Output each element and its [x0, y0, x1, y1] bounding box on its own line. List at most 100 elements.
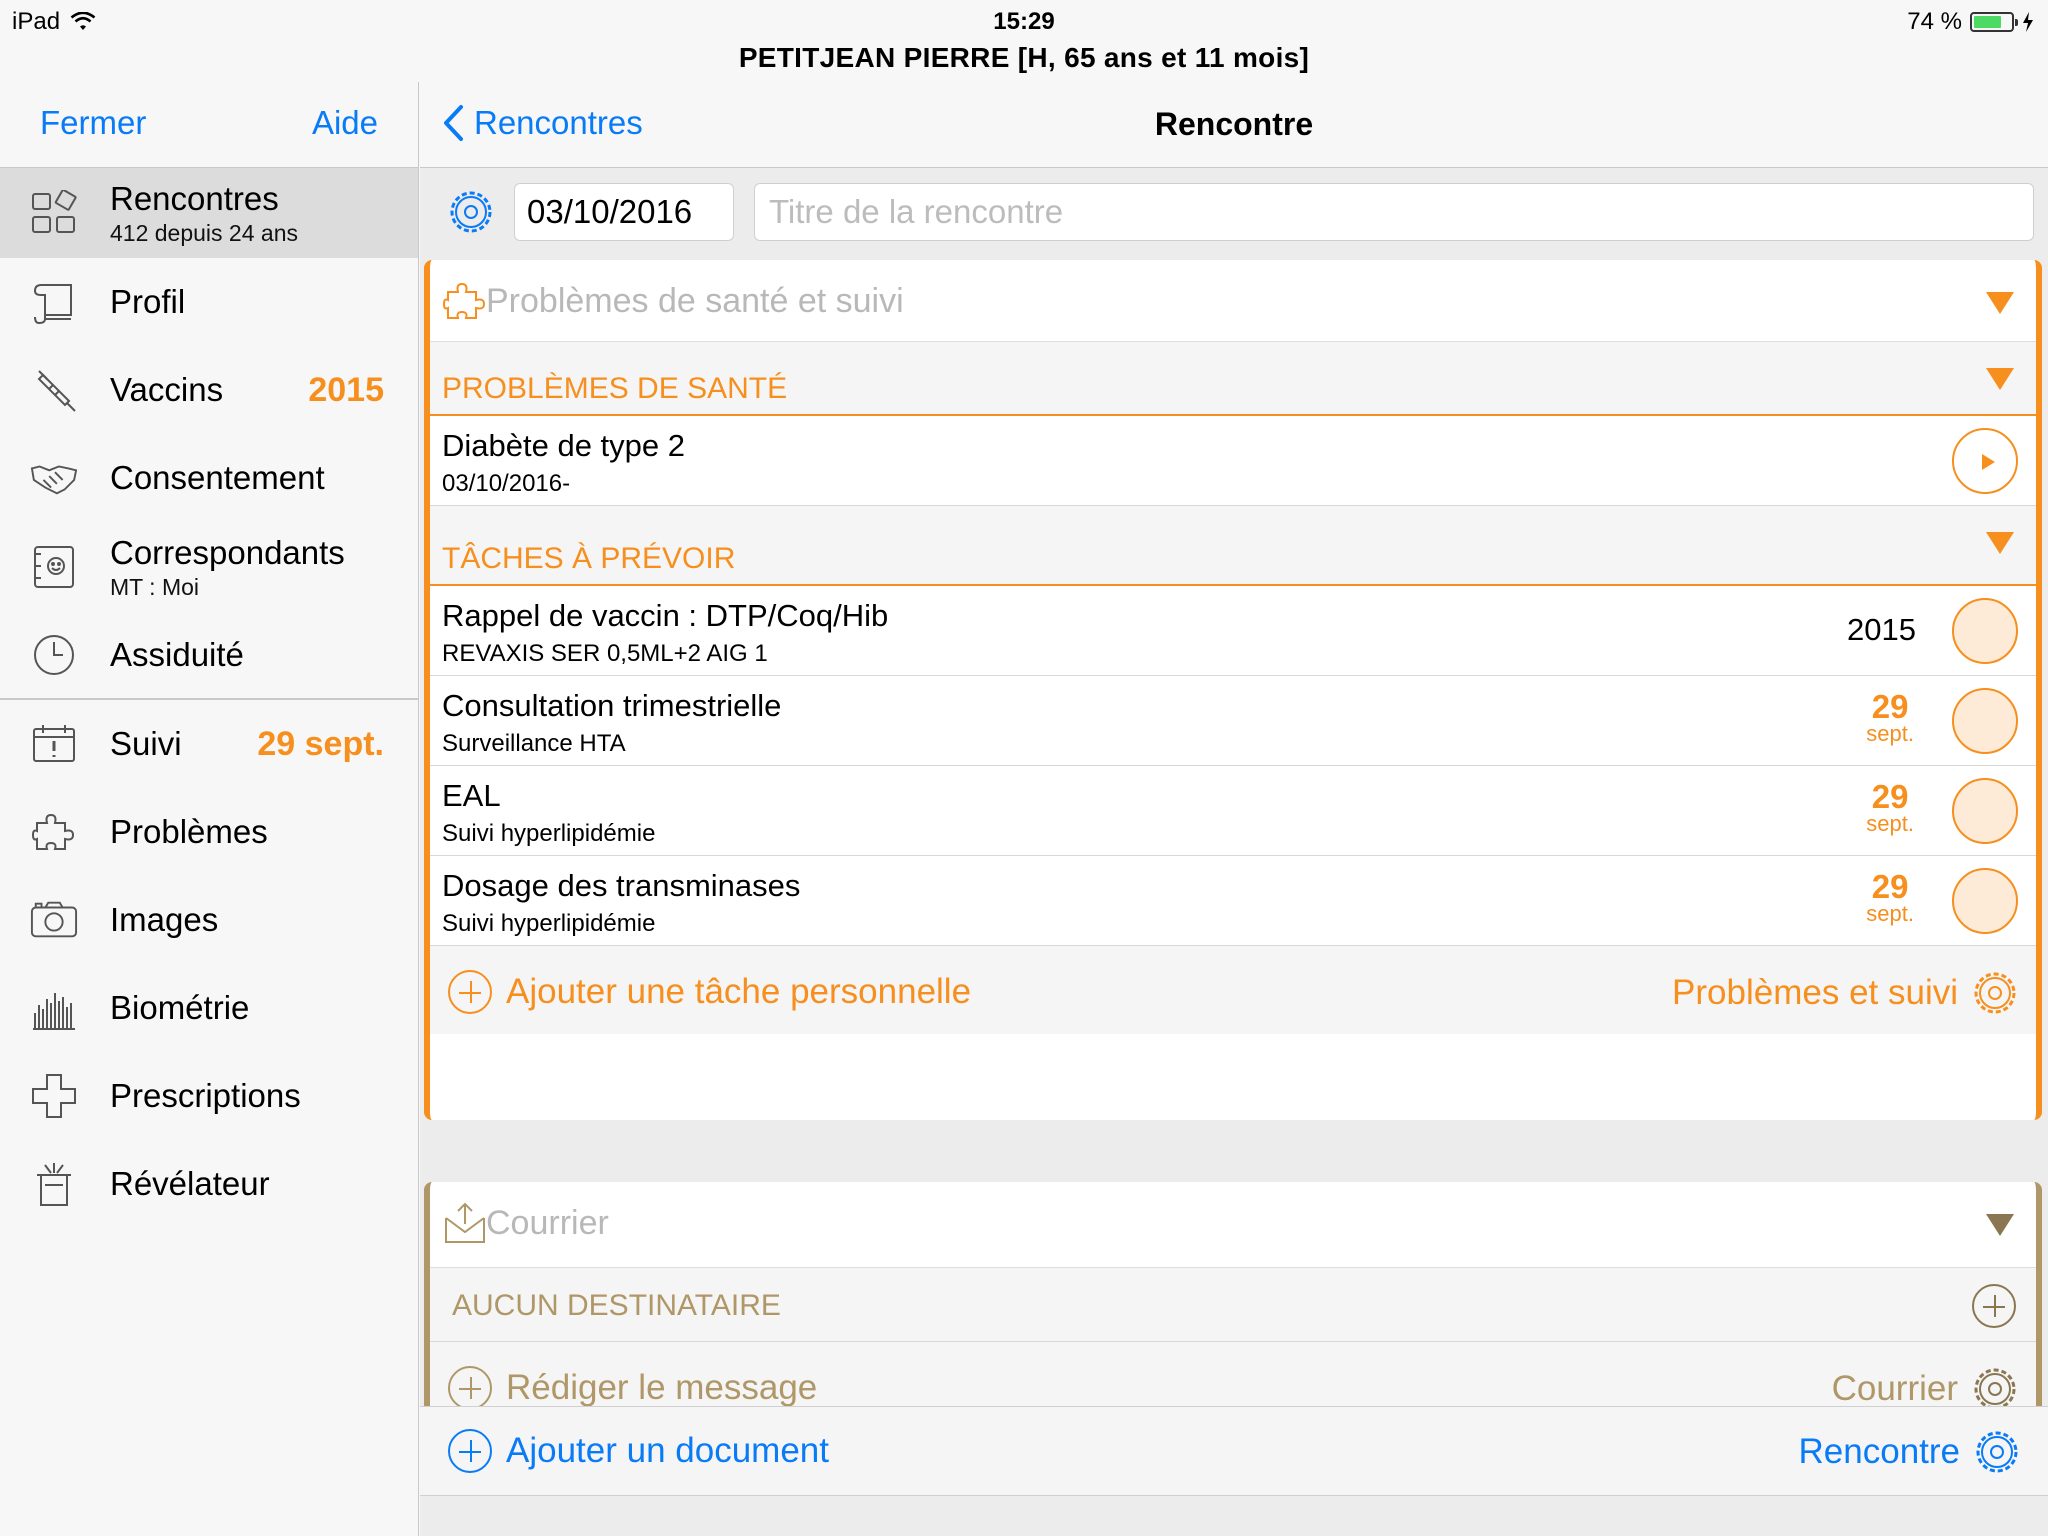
task-checkbox[interactable]	[1952, 598, 2018, 664]
mail-card-title: Courrier	[486, 1204, 609, 1242]
sidebar-item-label: Rencontres	[110, 179, 279, 217]
mail-card-header[interactable]: Courrier	[430, 1182, 2036, 1268]
task-due-month: sept.	[1866, 721, 1914, 746]
task-title: Dosage des transminases	[442, 868, 801, 903]
task-due-month: sept.	[1866, 901, 1914, 926]
sidebar-item-label: Correspondants	[110, 533, 345, 571]
mail-settings-label: Courrier	[1831, 1369, 1958, 1408]
sidebar-item-label: Prescriptions	[110, 1077, 301, 1114]
close-button[interactable]: Fermer	[40, 104, 146, 142]
problem-title: Diabète de type 2	[442, 428, 686, 463]
task-checkbox[interactable]	[1952, 868, 2018, 934]
sidebar-item-prescriptions[interactable]: Prescriptions	[0, 1052, 418, 1140]
encounter-settings-button[interactable]: Rencontre	[1799, 1429, 2020, 1475]
play-icon[interactable]	[1952, 428, 2018, 494]
main-nav-bar: Rencontres Rencontre	[420, 82, 2048, 168]
grid-icon	[30, 189, 78, 237]
sidebar-nav-bar: Fermer Aide	[0, 82, 418, 168]
battery-icon	[1970, 12, 2018, 32]
sidebar-item-vaccins[interactable]: Vaccins 2015	[0, 346, 418, 434]
scroll-icon	[30, 278, 78, 326]
health-card-title: Problèmes de santé et suivi	[486, 282, 904, 320]
sidebar-item-profil[interactable]: Profil	[0, 258, 418, 346]
sidebar-menu: Rencontres 412 depuis 24 ans Profil Vacci…	[0, 168, 418, 1228]
triangle-down-icon[interactable]	[1986, 368, 2014, 390]
sidebar-item-revelateur[interactable]: Révélateur	[0, 1140, 418, 1228]
health-settings-label: Problèmes et suivi	[1672, 973, 1958, 1012]
task-subtitle: Suivi hyperlipidémie	[442, 820, 656, 847]
sidebar-item-images[interactable]: Images	[0, 876, 418, 964]
plus-circle-icon	[448, 970, 492, 1014]
list-item[interactable]: Rappel de vaccin : DTP/Coq/Hib REVAXIS S…	[430, 586, 2036, 676]
sidebar-item-problemes[interactable]: Problèmes	[0, 788, 418, 876]
task-subtitle: REVAXIS SER 0,5ML+2 AIG 1	[442, 640, 768, 667]
vaccins-badge: 2015	[308, 370, 384, 409]
sidebar-item-label: Images	[110, 901, 219, 938]
section-title: TÂCHES À PRÉVOIR	[442, 542, 736, 575]
task-title: EAL	[442, 778, 501, 813]
plus-circle-icon	[448, 1366, 492, 1410]
sidebar-item-label: Biométrie	[110, 989, 250, 1026]
triangle-down-icon[interactable]	[1986, 292, 2014, 314]
recipients-section: AUCUN DESTINATAIRE	[430, 1268, 2036, 1342]
health-card-header[interactable]: Problèmes de santé et suivi	[430, 260, 2036, 342]
task-title: Consultation trimestrielle	[442, 688, 782, 723]
calendar-alert-icon	[30, 720, 78, 768]
sidebar-item-suivi[interactable]: Suivi 29 sept.	[0, 698, 418, 788]
contacts-book-icon	[30, 543, 78, 591]
add-recipient-icon[interactable]	[1972, 1284, 2016, 1328]
list-item[interactable]: Dosage des transminases Suivi hyperlipid…	[430, 856, 2036, 946]
add-document-button[interactable]: Ajouter un document	[448, 1429, 829, 1473]
add-task-label: Ajouter une tâche personnelle	[506, 972, 972, 1011]
gear-icon[interactable]	[448, 189, 494, 240]
health-settings-button[interactable]: Problèmes et suivi	[1672, 970, 2018, 1016]
task-subtitle: Surveillance HTA	[442, 730, 626, 757]
charging-bolt-icon	[2023, 12, 2033, 32]
mail-card: Courrier AUCUN DESTINATAIRE Rédiger le m…	[424, 1182, 2042, 1428]
task-due: 2015	[1847, 612, 1916, 647]
add-task-button[interactable]: Ajouter une tâche personnelle	[448, 970, 971, 1014]
mail-upload-icon	[442, 1200, 488, 1251]
task-due-day: 29	[1871, 778, 1909, 815]
battery-percent: 74 %	[1907, 8, 1962, 35]
sidebar-item-label: Consentement	[110, 459, 325, 496]
task-due-day: 29	[1871, 868, 1909, 905]
main-panel: Rencontres Rencontre Problèmes de santé …	[420, 82, 2048, 1536]
no-recipient-label: AUCUN DESTINATAIRE	[452, 1289, 781, 1322]
list-item[interactable]: Diabète de type 2 03/10/2016-	[430, 416, 2036, 506]
sidebar-item-consentement[interactable]: Consentement	[0, 434, 418, 522]
camera-icon	[30, 896, 78, 944]
health-card-footer: Ajouter une tâche personnelle Problèmes …	[430, 946, 2036, 1034]
compose-message-label: Rédiger le message	[506, 1368, 818, 1407]
sidebar-item-rencontres[interactable]: Rencontres 412 depuis 24 ans	[0, 168, 418, 258]
sidebar: Fermer Aide Rencontres 412 depuis 24 ans …	[0, 82, 419, 1536]
date-field[interactable]	[514, 183, 734, 241]
sidebar-item-sublabel: 412 depuis 24 ans	[110, 219, 298, 246]
sidebar-item-assiduite[interactable]: Assiduité	[0, 612, 418, 698]
puzzle-icon	[30, 808, 78, 856]
plus-circle-icon	[448, 1429, 492, 1473]
status-bar: iPad 15:29 74 %	[0, 0, 2048, 40]
help-button[interactable]: Aide	[312, 104, 378, 142]
sidebar-item-label: Assiduité	[110, 636, 244, 673]
triangle-down-icon[interactable]	[1986, 532, 2014, 554]
sidebar-item-biometrie[interactable]: Biométrie	[0, 964, 418, 1052]
handshake-icon	[30, 454, 78, 502]
sidebar-item-correspondants[interactable]: Correspondants MT : Moi	[0, 522, 418, 612]
task-checkbox[interactable]	[1952, 778, 2018, 844]
compose-message-button[interactable]: Rédiger le message	[448, 1366, 817, 1410]
clock: 15:29	[993, 8, 1055, 35]
encounter-title-input[interactable]	[754, 183, 2034, 241]
gear-icon	[1974, 972, 2016, 1014]
problem-date: 03/10/2016-	[442, 470, 571, 497]
task-checkbox[interactable]	[1952, 688, 2018, 754]
patient-header: PETITJEAN PIERRE [H, 65 ans et 11 mois]	[738, 42, 1310, 73]
suivi-badge: 29 sept.	[257, 724, 384, 763]
list-item[interactable]: EAL Suivi hyperlipidémie 29 sept.	[430, 766, 2036, 856]
medical-cross-icon	[30, 1072, 78, 1120]
sidebar-item-label: Vaccins	[110, 371, 224, 408]
task-due-date: 29 sept.	[1866, 870, 1914, 925]
triangle-down-icon[interactable]	[1986, 1214, 2014, 1236]
list-item[interactable]: Consultation trimestrielle Surveillance …	[430, 676, 2036, 766]
encounter-header	[420, 169, 2048, 255]
